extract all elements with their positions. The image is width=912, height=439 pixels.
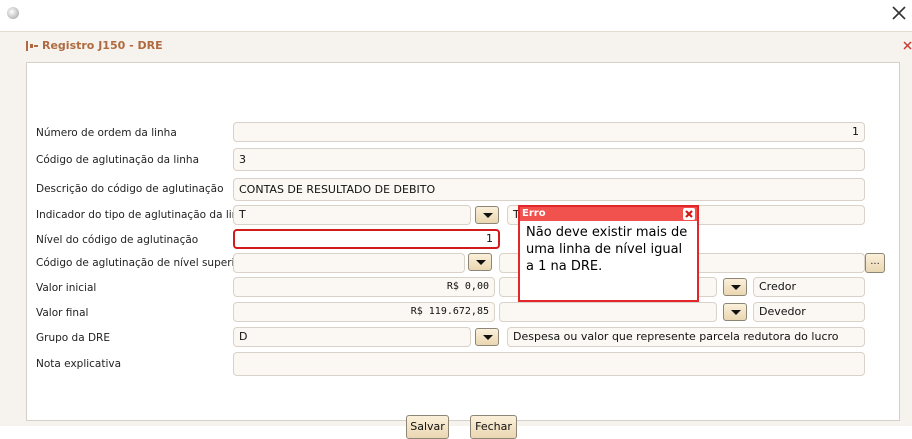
close-button[interactable]: Fechar: [470, 415, 517, 439]
descricao-input[interactable]: CONTAS DE RESULTADO DE DEBITO: [233, 178, 865, 201]
label-valor-final: Valor final: [36, 307, 89, 319]
save-button[interactable]: Salvar: [406, 415, 449, 439]
codigo-aglutinacao-input[interactable]: 3: [233, 148, 865, 171]
grupo-dre-select[interactable]: D: [233, 327, 471, 347]
label-codigo-superior: Código de aglutinação de nível superior: [36, 257, 246, 269]
valor-inicial-indicator-description: Credor: [753, 277, 865, 297]
label-numero-ordem: Número de ordem da linha: [36, 127, 177, 139]
indicador-tipo-dropdown-button[interactable]: [475, 206, 499, 224]
label-grupo-dre: Grupo da DRE: [36, 332, 110, 344]
window-close-icon[interactable]: [890, 4, 908, 22]
panel-title: Registro J150 - DRE: [42, 39, 163, 52]
window-titlebar: [0, 0, 912, 30]
form-icon: [26, 41, 38, 51]
codigo-superior-dropdown-button[interactable]: [468, 253, 492, 271]
label-nota-explicativa: Nota explicativa: [36, 358, 122, 370]
valor-final-indicator-select[interactable]: [499, 302, 717, 322]
error-tooltip-header: Erro: [520, 207, 697, 221]
nivel-input[interactable]: 1: [233, 229, 500, 249]
label-descricao: Descrição do código de aglutinação: [36, 183, 224, 195]
valor-final-indicator-description: Devedor: [753, 302, 865, 322]
error-tooltip: Erro Não deve existir mais de uma linha …: [518, 205, 699, 302]
label-valor-inicial: Valor inicial: [36, 282, 97, 294]
registro-panel: Registro J150 - DRE Número de ordem da l…: [0, 31, 912, 439]
error-tooltip-message: Não deve existir mais de uma linha de ní…: [526, 225, 688, 274]
error-tooltip-title: Erro: [522, 208, 546, 219]
numero-ordem-input[interactable]: 1: [233, 122, 865, 142]
close-icon[interactable]: [683, 208, 695, 220]
codigo-superior-lookup-button[interactable]: ...: [865, 253, 885, 273]
chevron-down-icon: [731, 310, 741, 315]
grupo-dre-description: Despesa ou valor que represente parcela …: [507, 327, 865, 347]
indicador-tipo-select[interactable]: T: [233, 205, 471, 225]
valor-final-dropdown-button[interactable]: [723, 303, 747, 321]
chevron-down-icon: [483, 335, 493, 340]
panel-header: Registro J150 - DRE: [0, 32, 912, 60]
chevron-down-icon: [483, 213, 493, 218]
chevron-down-icon: [731, 285, 741, 290]
label-nivel: Nível do código de aglutinação: [36, 234, 199, 246]
label-codigo-aglutinacao: Código de aglutinação da linha: [36, 154, 200, 166]
form-area: Número de ordem da linha 1 Código de agl…: [26, 62, 900, 439]
valor-final-input[interactable]: R$ 119.672,85: [233, 302, 495, 322]
app-icon: [7, 7, 19, 19]
nota-explicativa-input[interactable]: [233, 352, 865, 376]
panel-close-icon[interactable]: [902, 39, 912, 51]
codigo-superior-select[interactable]: [233, 253, 465, 273]
label-indicador-tipo: Indicador do tipo de aglutinação da linh…: [36, 209, 252, 221]
valor-inicial-dropdown-button[interactable]: [723, 278, 747, 296]
grupo-dre-dropdown-button[interactable]: [475, 328, 499, 346]
chevron-down-icon: [476, 260, 486, 265]
valor-inicial-input[interactable]: R$ 0,00: [233, 277, 495, 297]
